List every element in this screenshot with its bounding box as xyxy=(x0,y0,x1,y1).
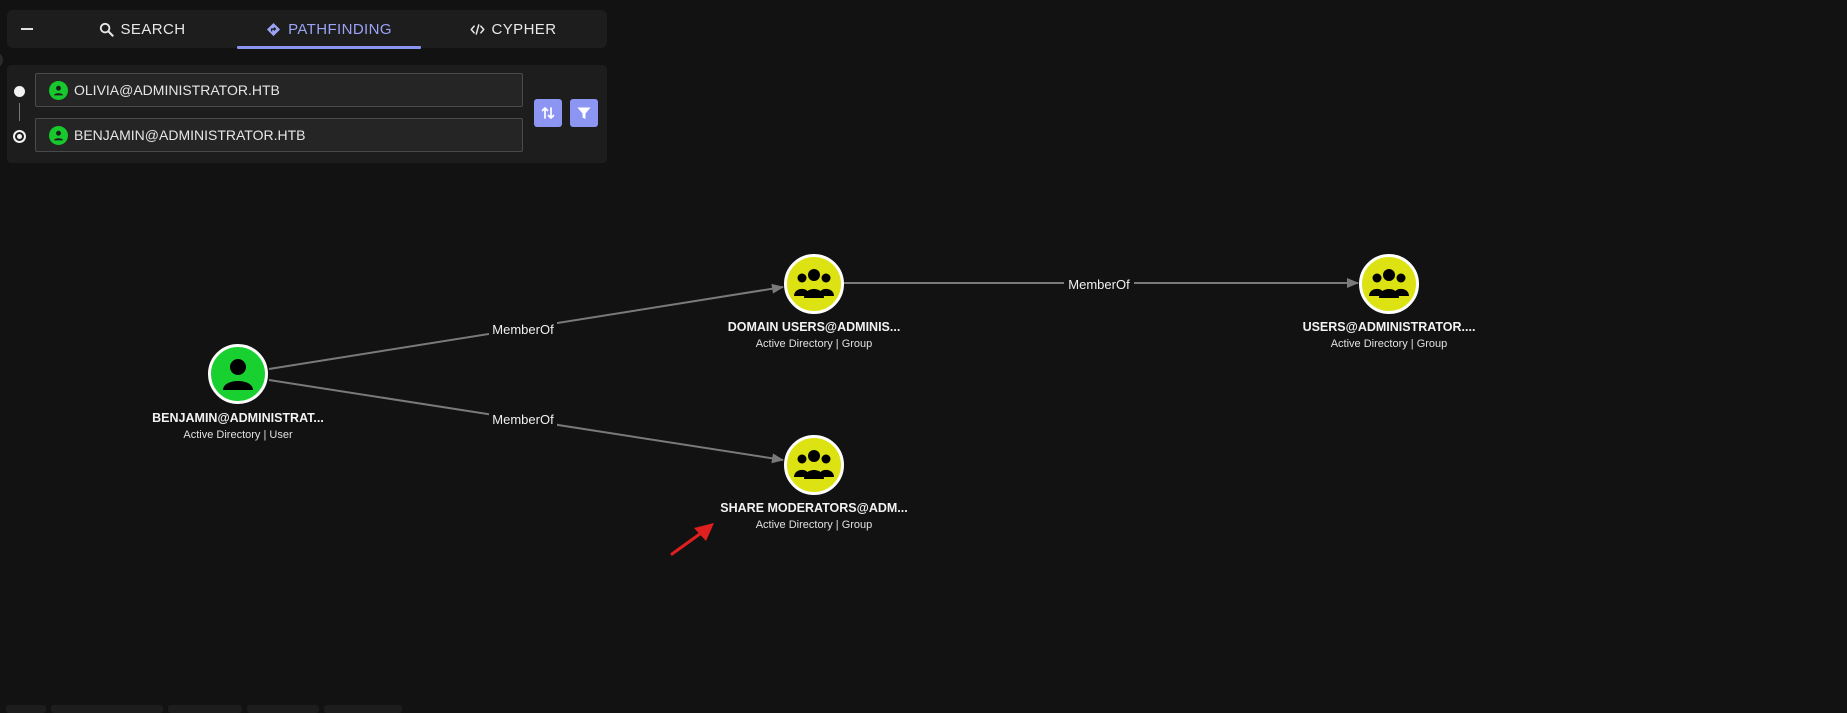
graph-canvas[interactable]: MemberOf MemberOf MemberOf xyxy=(0,0,1847,710)
bottom-toolbar-button[interactable] xyxy=(51,705,163,713)
node-title-domain-users: DOMAIN USERS@ADMINIS... xyxy=(727,320,901,334)
annotation-arrow xyxy=(670,523,714,556)
user-icon xyxy=(223,359,253,390)
edge-label-benjamin-domain-users: MemberOf xyxy=(492,322,554,337)
node-subtitle-users: Active Directory | Group xyxy=(1330,338,1448,350)
group-icon xyxy=(794,450,834,479)
node-subtitle-share-moderators: Active Directory | Group xyxy=(755,519,873,531)
node-title-share-moderators: SHARE MODERATORS@ADM... xyxy=(720,501,908,515)
node-title-users: USERS@ADMINISTRATOR.... xyxy=(1302,320,1476,334)
node-users[interactable] xyxy=(1359,254,1419,314)
bottom-toolbar-button[interactable] xyxy=(247,705,319,713)
edge-label-benjamin-share-moderators: MemberOf xyxy=(492,412,554,427)
edge-label-domain-users-users: MemberOf xyxy=(1068,277,1130,292)
node-subtitle-domain-users: Active Directory | Group xyxy=(755,338,873,350)
bottom-toolbar-button[interactable] xyxy=(324,705,402,713)
node-subtitle-benjamin: Active Directory | User xyxy=(183,429,293,441)
node-benjamin[interactable] xyxy=(208,344,268,404)
group-icon xyxy=(794,269,834,298)
group-icon xyxy=(1369,269,1409,298)
node-domain-users[interactable] xyxy=(784,254,844,314)
node-title-benjamin: BENJAMIN@ADMINISTRAT... xyxy=(152,411,324,425)
node-share-moderators[interactable] xyxy=(784,435,844,495)
bottom-toolbar-button[interactable] xyxy=(168,705,242,713)
bottom-toolbar-button[interactable] xyxy=(6,705,46,713)
